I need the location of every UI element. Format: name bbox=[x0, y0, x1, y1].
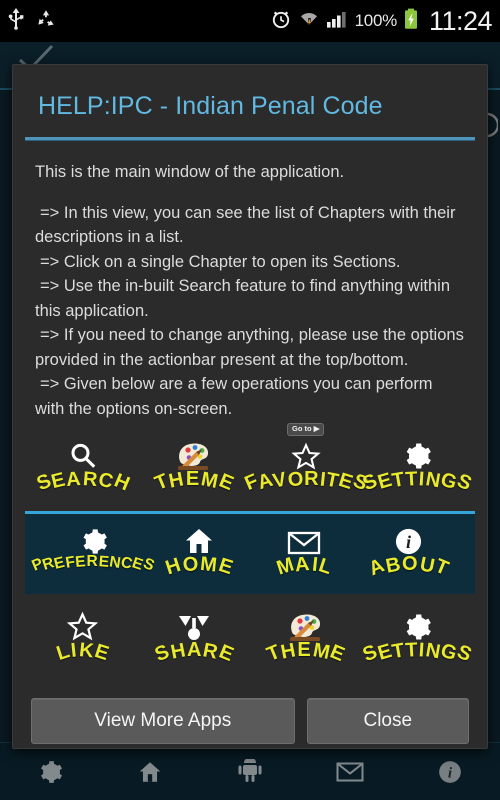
gear-icon bbox=[402, 608, 432, 642]
palette-icon bbox=[176, 437, 212, 471]
dialog-bullet: => In this view, you can see the list of… bbox=[35, 203, 456, 247]
icon-row-overflow-actions-preview: LIKE SHARE T H E M E S E T T I N G S bbox=[13, 600, 487, 676]
svg-text:i: i bbox=[406, 532, 411, 552]
icon-label-home: HOME bbox=[163, 552, 236, 580]
status-bar-right-icons: 100% 11:24 bbox=[270, 5, 493, 37]
icon-label-search: SEARCH bbox=[33, 468, 133, 496]
icon-cell-settings[interactable]: SETTINGS bbox=[359, 437, 475, 503]
icon-cell-theme[interactable]: THEME bbox=[140, 437, 248, 503]
share-nodes-icon bbox=[178, 608, 210, 642]
icon-label-favorites: FAVORITES bbox=[241, 468, 371, 496]
dialog-title: HELP:IPC - Indian Penal Code bbox=[38, 92, 383, 120]
dialog-bullet: => Use the in-built Search feature to fi… bbox=[35, 277, 450, 320]
help-dialog: HELP:IPC - Indian Penal Code This is the… bbox=[12, 64, 488, 749]
alarm-clock-icon bbox=[270, 8, 292, 35]
icon-label-settings: SETTINGS bbox=[359, 468, 475, 496]
icon-row-bottom-actionbar-preview: PREFERENCES HOME MAIL i ABOUT bbox=[25, 511, 475, 594]
recycle-icon bbox=[36, 9, 56, 34]
home-icon bbox=[183, 522, 215, 556]
background-app-bottom-bar[interactable]: i bbox=[0, 742, 500, 800]
wifi-icon bbox=[299, 9, 319, 34]
icon-label-about: ABOUT bbox=[365, 553, 452, 581]
info-circle-icon: i bbox=[394, 522, 423, 556]
palette-icon bbox=[288, 608, 324, 642]
bg-bottom-gear-icon[interactable] bbox=[0, 759, 100, 785]
gear-icon bbox=[402, 437, 432, 471]
search-icon bbox=[68, 437, 98, 471]
status-bar-clock: 11:24 bbox=[428, 5, 493, 36]
icon-cell-search[interactable]: SEARCH bbox=[29, 437, 137, 503]
signal-bars-icon bbox=[326, 9, 348, 34]
icon-label-share: SHARE bbox=[151, 639, 237, 667]
bg-bottom-envelope-icon[interactable] bbox=[300, 761, 400, 783]
icon-label-mail: MAIL bbox=[273, 553, 335, 580]
dialog-body: This is the main window of the applicati… bbox=[13, 140, 487, 421]
status-bar-left-icons bbox=[8, 7, 56, 35]
icon-cell-about[interactable]: i ABOUT bbox=[356, 522, 461, 588]
icon-cell-mail[interactable]: MAIL bbox=[252, 522, 357, 588]
bg-bottom-info-circle-icon[interactable]: i bbox=[400, 759, 500, 785]
star-outline-icon bbox=[291, 437, 321, 471]
view-more-apps-button[interactable]: View More Apps bbox=[31, 698, 295, 744]
close-button[interactable]: Close bbox=[306, 698, 469, 744]
icon-label-like: LIKE bbox=[53, 639, 112, 666]
dialog-bullet: => Given below are a few operations you … bbox=[35, 375, 433, 418]
battery-charging-icon bbox=[404, 8, 418, 35]
star-outline-icon bbox=[66, 608, 99, 642]
bg-bottom-home-icon[interactable] bbox=[100, 759, 200, 785]
icon-label-theme: THEME bbox=[151, 468, 237, 496]
dialog-bullet-list: => In this view, you can see the list of… bbox=[35, 201, 465, 422]
icon-cell-theme-2[interactable]: THEME bbox=[252, 608, 360, 674]
gear-icon bbox=[79, 522, 108, 556]
icon-cell-favorites[interactable]: Go to ▶ FAVORITES bbox=[241, 423, 370, 503]
dialog-intro-text: This is the main window of the applicati… bbox=[35, 163, 345, 181]
icon-cell-home[interactable]: HOME bbox=[147, 522, 252, 588]
usb-icon bbox=[8, 7, 24, 35]
icon-row-top-actionbar-preview: SEARCH THEME Go to ▶ F A V O R I T E S S… bbox=[13, 423, 487, 505]
dialog-bullet: => Click on a single Chapter to open its… bbox=[40, 252, 401, 271]
icon-label-theme-2: THEME bbox=[263, 639, 349, 667]
dialog-bullet: => If you need to change anything, pleas… bbox=[35, 326, 464, 369]
goto-badge: Go to ▶ bbox=[287, 423, 325, 436]
status-bar: 100% 11:24 bbox=[0, 0, 500, 42]
icon-label-settings-2: SETTINGS bbox=[359, 639, 475, 667]
envelope-icon bbox=[287, 522, 321, 556]
battery-percent-label: 100% bbox=[354, 11, 398, 30]
icon-label-preferences: PREFERENCES bbox=[29, 553, 157, 575]
phone-screen: 100% 11:24 i HELP:IPC - Indian Penal Cod… bbox=[0, 0, 500, 800]
icon-cell-like[interactable]: LIKE bbox=[29, 608, 137, 674]
icon-cell-share[interactable]: SHARE bbox=[140, 608, 248, 674]
bg-bottom-android-share-icon[interactable] bbox=[200, 758, 300, 785]
dialog-button-bar: View More Apps Close bbox=[13, 684, 487, 744]
icon-cell-settings-2[interactable]: SETTINGS bbox=[359, 608, 475, 674]
icon-cell-preferences[interactable]: PREFERENCES bbox=[29, 522, 157, 588]
